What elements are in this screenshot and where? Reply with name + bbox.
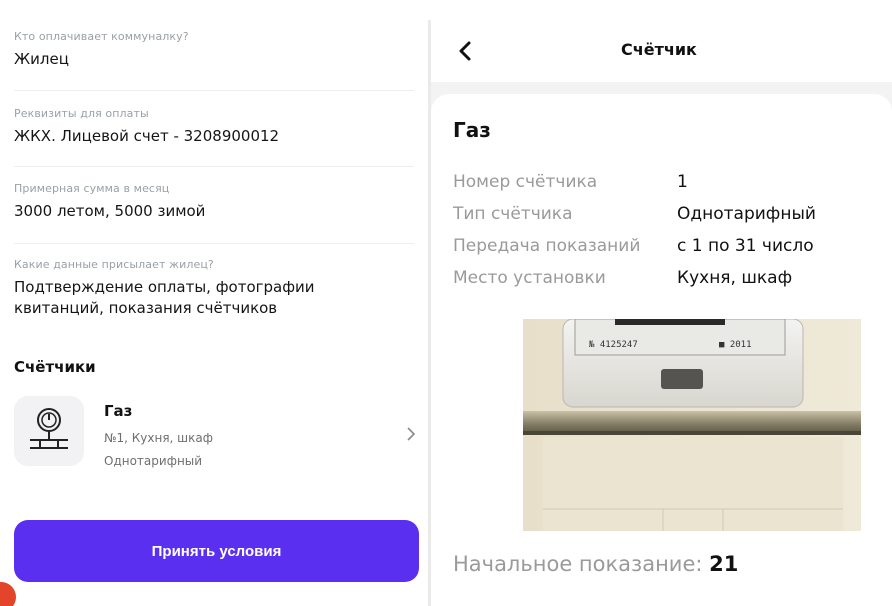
field-payment-details: Реквизиты для оплаты ЖКХ. Лицевой счет -… <box>14 107 414 147</box>
initial-reading-value: 21 <box>709 552 739 576</box>
corner-badge <box>0 582 16 606</box>
field-value: Подтверждение оплаты, фотографии квитанц… <box>14 278 315 317</box>
meter-tariff: Однотарифный <box>104 454 203 468</box>
info-value: Однотарифный <box>677 204 816 224</box>
meter-photo: № 4125247 ■ 2011 <box>523 319 861 531</box>
info-row: Передача показаний с 1 по 31 число <box>453 236 883 264</box>
info-row: Тип счётчика Однотарифный <box>453 204 883 232</box>
meter-name: Газ <box>104 402 133 420</box>
page-title: Счётчик <box>621 40 697 59</box>
meter-list-item[interactable]: Газ №1, Кухня, шкаф Однотарифный <box>14 396 418 476</box>
info-value: 1 <box>677 172 688 192</box>
info-key: Тип счётчика <box>453 204 573 224</box>
info-key: Место установки <box>453 268 606 288</box>
meter-details: №1, Кухня, шкаф <box>104 431 214 445</box>
field-value: ЖКХ. Лицевой счет - 3208900012 <box>14 127 280 145</box>
conditions-panel: Кто оплачивает коммуналку? Жилец Реквизи… <box>0 0 428 606</box>
header: Счётчик <box>431 20 892 82</box>
divider <box>14 90 414 91</box>
accept-terms-button[interactable]: Принять условия <box>14 520 419 582</box>
info-value: Кухня, шкаф <box>677 268 793 288</box>
chevron-right-icon <box>406 426 416 446</box>
divider <box>14 243 414 244</box>
field-monthly-amount: Примерная сумма в месяц 3000 летом, 5000… <box>14 182 414 222</box>
serial-number-text: № 4125247 <box>588 340 638 350</box>
chevron-left-icon[interactable] <box>453 38 477 64</box>
info-row: Номер счётчика 1 <box>453 172 883 200</box>
field-label: Примерная сумма в месяц <box>14 182 170 195</box>
gas-meter-icon <box>14 396 84 466</box>
initial-reading: Начальное показание: 21 <box>453 552 738 576</box>
info-value: с 1 по 31 число <box>677 236 814 256</box>
meter-detail-panel: Счётчик Газ Номер счётчика 1 Тип счётчик… <box>431 20 892 606</box>
field-value: 3000 летом, 5000 зимой <box>14 202 206 220</box>
field-value: Жилец <box>14 50 69 68</box>
field-label: Какие данные присылает жилец? <box>14 258 214 271</box>
field-tenant-data: Какие данные присылает жилец? Подтвержде… <box>14 258 414 319</box>
field-label: Реквизиты для оплаты <box>14 107 149 120</box>
meter-card: Газ Номер счётчика 1 Тип счётчика Однота… <box>431 94 892 606</box>
meters-section-title: Счётчики <box>14 358 96 376</box>
initial-reading-label: Начальное показание: <box>453 552 703 576</box>
field-label: Кто оплачивает коммуналку? <box>14 30 189 43</box>
field-who-pays: Кто оплачивает коммуналку? Жилец <box>14 30 414 70</box>
info-key: Номер счётчика <box>453 172 598 192</box>
info-row: Место установки Кухня, шкаф <box>453 268 883 296</box>
info-key: Передача показаний <box>453 236 641 256</box>
year-text: ■ 2011 <box>719 340 752 350</box>
divider <box>14 166 414 167</box>
meter-title: Газ <box>453 118 491 142</box>
